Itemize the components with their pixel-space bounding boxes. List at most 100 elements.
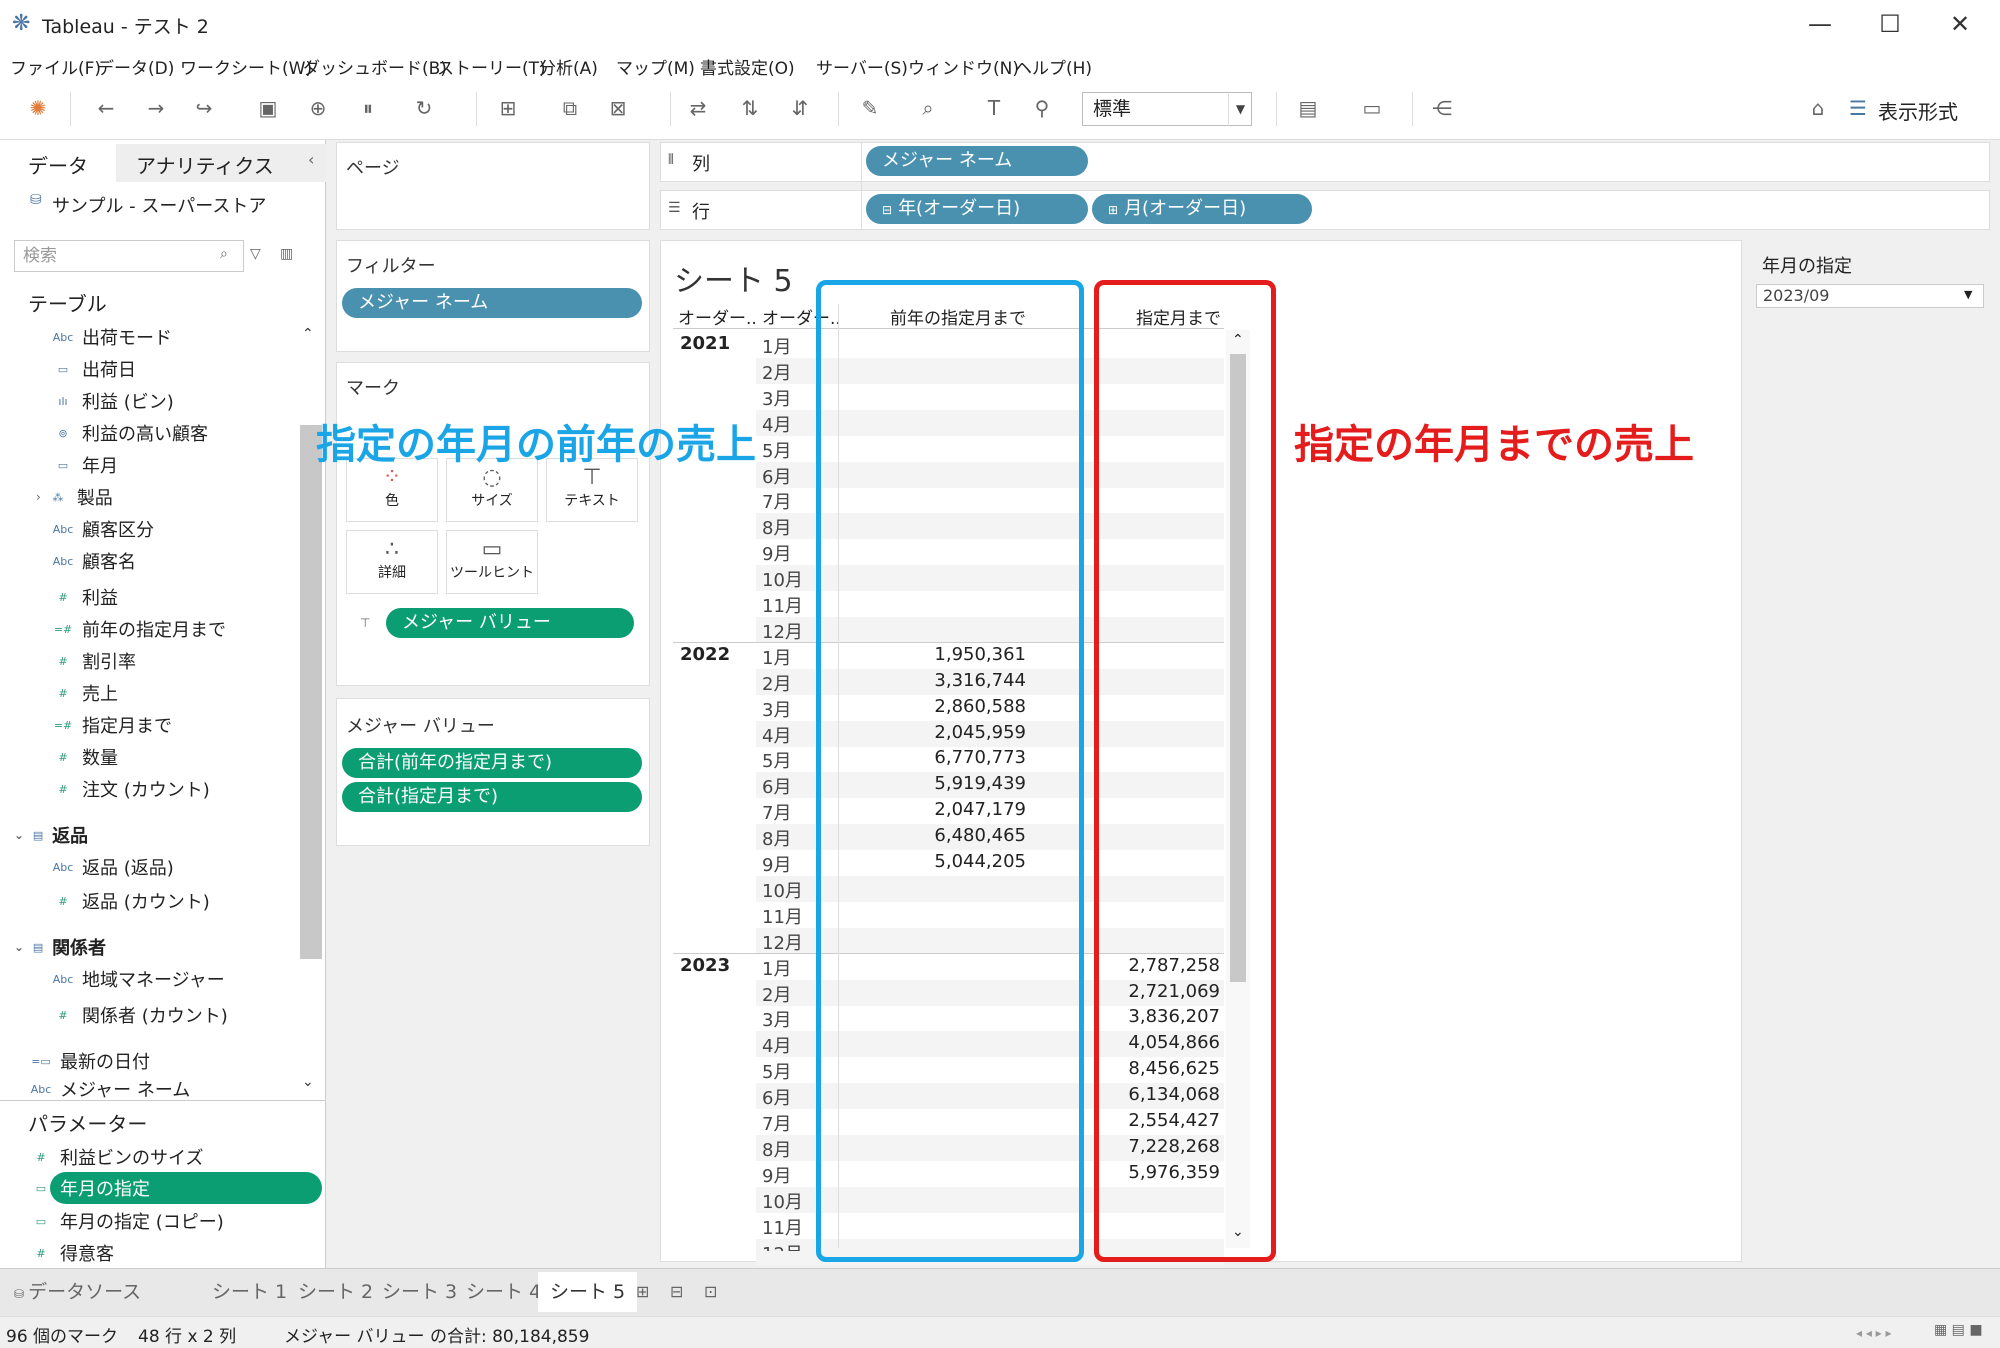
rows-pill-year[interactable]: ⊟ 年(オーダー日) bbox=[866, 194, 1088, 224]
presentation-icon[interactable]: ▭ bbox=[1360, 96, 1384, 120]
mv-pill[interactable]: 合計(指定月まで) bbox=[342, 782, 642, 812]
field-item[interactable]: Abc 顧客区分 bbox=[50, 514, 154, 544]
scroll-down-icon[interactable]: ⌄ bbox=[302, 1074, 314, 1090]
month-label[interactable]: 2月 bbox=[762, 670, 791, 696]
new-story-icon[interactable]: ⊡ bbox=[692, 1272, 729, 1312]
fit-select[interactable]: 標準 bbox=[1082, 92, 1252, 126]
data-pane-scrollbar[interactable] bbox=[300, 425, 322, 959]
field-item[interactable]: =▭ 最新の日付 bbox=[28, 1046, 150, 1076]
month-label[interactable]: 4月 bbox=[762, 722, 791, 748]
param-item[interactable]: # 利益ビンのサイズ bbox=[28, 1142, 203, 1172]
field-item[interactable]: Abc 出荷モード bbox=[50, 322, 172, 352]
menu-format[interactable]: 書式設定(O) bbox=[700, 54, 795, 79]
field-item[interactable]: Abc 返品 (返品) bbox=[50, 852, 174, 882]
menu-window[interactable]: ウィンドウ(N) bbox=[908, 54, 1019, 79]
field-item[interactable]: # 注文 (カウント) bbox=[50, 774, 209, 804]
menu-server[interactable]: サーバー(S) bbox=[816, 54, 908, 79]
month-label[interactable]: 11月 bbox=[762, 1214, 803, 1240]
year-label[interactable]: 2023 bbox=[680, 955, 730, 976]
month-label[interactable]: 5月 bbox=[762, 747, 791, 773]
field-item[interactable]: # 割引率 bbox=[50, 646, 136, 676]
tab-data[interactable]: データ bbox=[28, 150, 88, 179]
month-label[interactable]: 6月 bbox=[762, 773, 791, 799]
paint-icon[interactable]: ⌂ bbox=[1806, 96, 1830, 120]
tab-sheet5[interactable]: シート 5 bbox=[538, 1272, 638, 1312]
tab-sheet1[interactable]: シート 1 bbox=[200, 1272, 299, 1312]
month-label[interactable]: 3月 bbox=[762, 1006, 791, 1032]
menu-data[interactable]: データ(D) bbox=[97, 54, 174, 79]
pause-update-icon[interactable]: ⏸ bbox=[356, 96, 380, 120]
month-label[interactable]: 1月 bbox=[762, 955, 791, 981]
save-icon[interactable]: ▣ bbox=[256, 96, 280, 120]
menu-map[interactable]: マップ(M) bbox=[616, 54, 695, 79]
show-me-button[interactable]: 表示形式 bbox=[1878, 96, 1958, 125]
close-icon[interactable]: ✕ bbox=[1930, 4, 1990, 44]
view-options-icon[interactable]: ▥ bbox=[280, 246, 293, 262]
chevron-down-icon[interactable]: ⌄ bbox=[14, 940, 24, 954]
year-label[interactable]: 2021 bbox=[680, 333, 730, 354]
month-label[interactable]: 4月 bbox=[762, 1032, 791, 1058]
new-worksheet-icon[interactable]: ⊞ bbox=[496, 96, 520, 120]
field-item[interactable]: ▭ 年月 bbox=[50, 450, 118, 480]
menu-dashboard[interactable]: ダッシュボード(B) bbox=[303, 54, 447, 79]
field-item[interactable]: # 売上 bbox=[50, 678, 118, 708]
chevron-right-icon[interactable]: › bbox=[36, 490, 41, 504]
parameter-select[interactable]: 2023/09 bbox=[1756, 284, 1984, 308]
month-label[interactable]: 12月 bbox=[762, 1240, 803, 1252]
header-year[interactable]: オーダー.. bbox=[678, 304, 757, 329]
month-label[interactable]: 7月 bbox=[762, 1110, 791, 1136]
param-item[interactable]: # 得意客 bbox=[28, 1238, 114, 1268]
field-item[interactable]: # 数量 bbox=[50, 742, 118, 772]
clear-sheet-icon[interactable]: ⊠ bbox=[606, 96, 630, 120]
month-label[interactable]: 12月 bbox=[762, 618, 803, 644]
field-item[interactable]: # 返品 (カウント) bbox=[50, 886, 209, 916]
month-label[interactable]: 3月 bbox=[762, 385, 791, 411]
filter-icon[interactable]: ▽ bbox=[250, 246, 261, 262]
menu-help[interactable]: ヘルプ(H) bbox=[1015, 54, 1092, 79]
month-label[interactable]: 11月 bbox=[762, 903, 803, 929]
redo-icon[interactable]: ↪ bbox=[192, 96, 216, 120]
field-item[interactable]: ▭ 出荷日 bbox=[50, 354, 136, 384]
param-item[interactable]: ▭ 年月の指定 bbox=[28, 1173, 150, 1203]
month-label[interactable]: 11月 bbox=[762, 592, 803, 618]
forward-icon[interactable]: → bbox=[144, 96, 168, 120]
tooltip-button[interactable]: ▭ ツールヒント bbox=[446, 530, 538, 594]
month-label[interactable]: 8月 bbox=[762, 1136, 791, 1162]
month-label[interactable]: 10月 bbox=[762, 566, 803, 592]
month-label[interactable]: 7月 bbox=[762, 488, 791, 514]
menu-worksheet[interactable]: ワークシート(W) bbox=[180, 54, 312, 79]
month-label[interactable]: 4月 bbox=[762, 411, 791, 437]
new-dashboard-icon[interactable]: ⊟ bbox=[658, 1272, 695, 1312]
rows-pill-month[interactable]: ⊞ 月(オーダー日) bbox=[1092, 194, 1312, 224]
group-icon[interactable]: ⌕ bbox=[916, 96, 940, 120]
labels-icon[interactable]: T bbox=[982, 96, 1006, 120]
month-label[interactable]: 5月 bbox=[762, 437, 791, 463]
month-label[interactable]: 2月 bbox=[762, 359, 791, 385]
month-label[interactable]: 1月 bbox=[762, 644, 791, 670]
datasource-name[interactable]: サンプル - スーパーストア bbox=[52, 192, 266, 218]
month-label[interactable]: 9月 bbox=[762, 851, 791, 877]
field-item[interactable]: =# 前年の指定月まで bbox=[50, 614, 226, 644]
field-item[interactable]: › ⁂ 製品 bbox=[36, 482, 113, 512]
month-label[interactable]: 10月 bbox=[762, 1188, 803, 1214]
month-label[interactable]: 1月 bbox=[762, 333, 791, 359]
tab-datasource[interactable]: ⛁ データソース bbox=[2, 1272, 153, 1312]
refresh-icon[interactable]: ↻ bbox=[412, 96, 436, 120]
chevron-down-icon[interactable]: ▼ bbox=[1964, 288, 1972, 301]
month-label[interactable]: 9月 bbox=[762, 1162, 791, 1188]
tableau-home-icon[interactable]: ✺ bbox=[26, 96, 50, 120]
chevron-down-icon[interactable]: ▼ bbox=[1228, 92, 1252, 126]
minimize-icon[interactable]: — bbox=[1790, 4, 1850, 44]
month-label[interactable]: 3月 bbox=[762, 696, 791, 722]
month-label[interactable]: 10月 bbox=[762, 877, 803, 903]
sort-descending-icon[interactable]: ⇵ bbox=[788, 96, 812, 120]
duplicate-icon[interactable]: ⧉ bbox=[558, 96, 582, 120]
year-label[interactable]: 2022 bbox=[680, 644, 730, 665]
menu-file[interactable]: ファイル(F) bbox=[10, 54, 101, 79]
columns-shelf[interactable] bbox=[660, 142, 1990, 182]
scroll-up-icon[interactable]: ⌃ bbox=[302, 326, 314, 342]
menu-analysis[interactable]: 分析(A) bbox=[539, 54, 598, 79]
month-label[interactable]: 12月 bbox=[762, 929, 803, 955]
mv-pill[interactable]: 合計(前年の指定月まで) bbox=[342, 748, 642, 778]
month-label[interactable]: 6月 bbox=[762, 463, 791, 489]
